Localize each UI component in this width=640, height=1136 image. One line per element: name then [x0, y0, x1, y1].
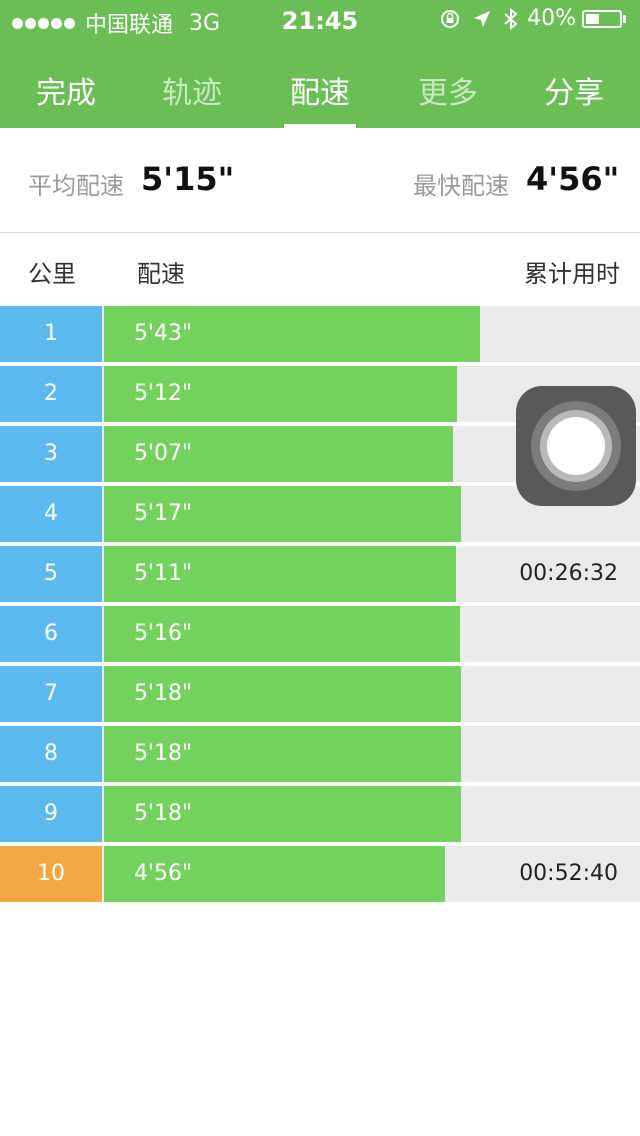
assistive-touch-button[interactable]: [516, 386, 636, 506]
average-pace-value: 5'15": [141, 160, 235, 198]
km-cell: 4: [0, 486, 102, 542]
km-cell: 6: [0, 606, 102, 662]
column-header-cumulative: 累计用时: [524, 260, 620, 288]
km-cell: 5: [0, 546, 102, 602]
tab-share[interactable]: 分享: [510, 68, 638, 112]
pace-bar: 5'16": [104, 606, 460, 662]
table-row[interactable]: 9 5'18": [0, 786, 640, 842]
status-bar: 中国联通 3G 21:45 40%: [0, 0, 640, 40]
table-row[interactable]: 7 5'18": [0, 666, 640, 722]
table-row[interactable]: 8 5'18": [0, 726, 640, 782]
fastest-pace-label: 最快配速: [413, 172, 509, 200]
app-header: 中国联通 3G 21:45 40% 完成 轨迹 配速 更多 分享: [0, 0, 640, 128]
pace-bar: 5'07": [104, 426, 453, 482]
battery-percent: 40%: [527, 6, 576, 31]
orientation-lock-icon: [441, 9, 460, 28]
pace-bar: 5'17": [104, 486, 461, 542]
tab-more[interactable]: 更多: [384, 68, 512, 112]
battery-level: [586, 13, 599, 24]
pace-bar: 5'43": [104, 306, 480, 362]
battery-cap: [623, 14, 626, 23]
average-pace-label: 平均配速: [28, 172, 124, 200]
fastest-pace-value: 4'56": [526, 160, 620, 198]
pace-bar: 4'56": [104, 846, 445, 902]
table-row[interactable]: 10 4'56" 00:52:40: [0, 846, 640, 902]
pace-summary: 平均配速 5'15" 最快配速 4'56": [0, 128, 640, 233]
pace-bar: 5'12": [104, 366, 457, 422]
battery-icon: [582, 9, 622, 28]
cumulative-time: 00:52:40: [519, 861, 618, 886]
km-cell: 1: [0, 306, 102, 362]
tab-bar: 完成 轨迹 配速 更多 分享: [0, 58, 640, 128]
bluetooth-icon: [504, 7, 518, 30]
pace-bar: 5'18": [104, 726, 461, 782]
km-cell: 2: [0, 366, 102, 422]
table-row[interactable]: 6 5'16": [0, 606, 640, 662]
km-cell: 9: [0, 786, 102, 842]
column-header-km: 公里: [28, 260, 76, 288]
tab-done[interactable]: 完成: [2, 68, 130, 112]
pace-bar: 5'18": [104, 786, 461, 842]
table-row[interactable]: 1 5'43": [0, 306, 640, 362]
km-cell: 3: [0, 426, 102, 482]
tab-pace[interactable]: 配速: [256, 68, 384, 112]
km-cell: 10: [0, 846, 102, 902]
status-icons: 40%: [429, 6, 626, 31]
cumulative-time: 00:26:32: [519, 561, 618, 586]
column-header-pace: 配速: [137, 260, 185, 288]
location-arrow-icon: [474, 10, 491, 27]
km-cell: 8: [0, 726, 102, 782]
pace-bar: 5'18": [104, 666, 461, 722]
table-row[interactable]: 5 5'11" 00:26:32: [0, 546, 640, 602]
assistive-touch-center: [547, 417, 605, 475]
km-cell: 7: [0, 666, 102, 722]
pace-bar: 5'11": [104, 546, 456, 602]
tab-track[interactable]: 轨迹: [128, 68, 256, 112]
